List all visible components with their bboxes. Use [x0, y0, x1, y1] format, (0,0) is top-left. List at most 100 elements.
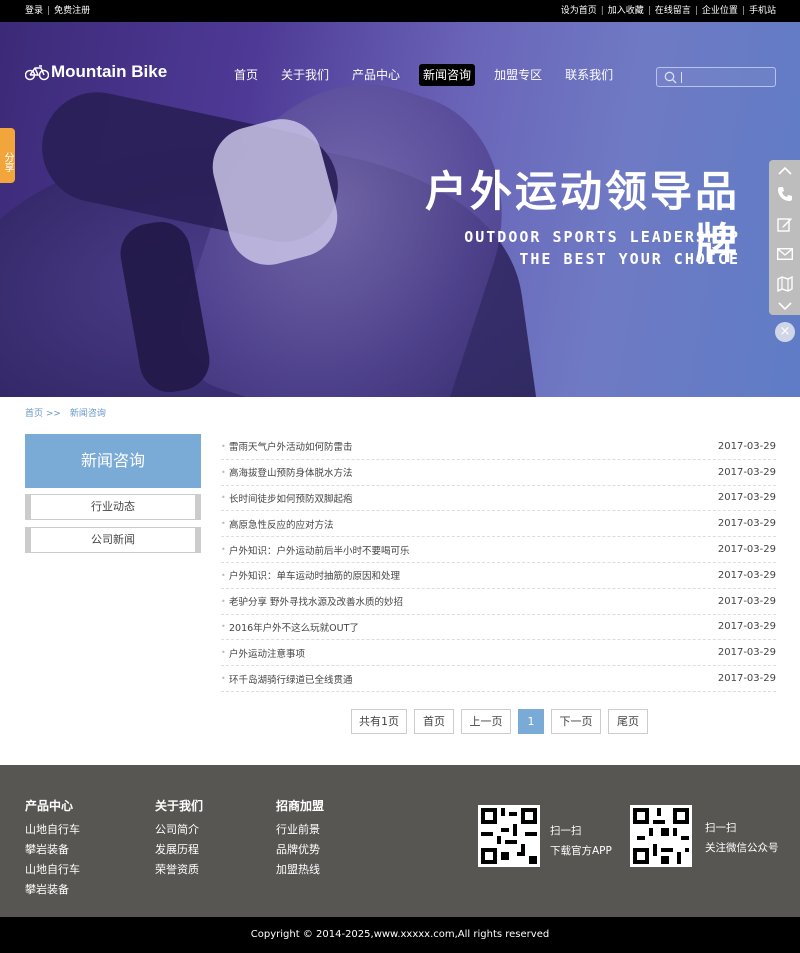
footer-link[interactable]: 加盟热线: [276, 860, 324, 880]
bullet-icon: •: [221, 622, 226, 632]
news-title[interactable]: 高原急性反应的应对方法: [229, 517, 718, 531]
bullet-icon: •: [221, 674, 226, 684]
next-page-button[interactable]: 下一页: [551, 709, 601, 734]
news-title[interactable]: 雷雨天气户外活动如何防雷击: [229, 439, 718, 453]
share-tab[interactable]: 分享: [0, 128, 15, 183]
bullet-icon: •: [221, 493, 226, 503]
news-date: 2017-03-29: [717, 569, 776, 581]
bullet-icon: •: [221, 545, 226, 555]
news-date: 2017-03-29: [717, 595, 776, 607]
search-input[interactable]: [685, 68, 773, 86]
footer-col-franchise: 招商加盟 行业前景 品牌优势 加盟热线: [276, 797, 324, 880]
list-item[interactable]: • 长时间徒步如何预防双脚起疱 2017-03-29: [221, 486, 776, 512]
set-homepage-link[interactable]: 设为首页: [561, 6, 597, 16]
bike-icon: [25, 63, 49, 81]
list-item[interactable]: • 高原急性反应的应对方法 2017-03-29: [221, 511, 776, 538]
site-logo[interactable]: Mountain Bike: [25, 62, 167, 82]
main-nav: 首页 关于我们 产品中心 新闻咨询 加盟专区 联系我们: [230, 64, 632, 86]
left-menu-title: 新闻咨询: [25, 434, 201, 488]
footer-link[interactable]: 攀岩装备: [25, 880, 80, 900]
list-item[interactable]: • 2016年户外不这么玩就OUT了 2017-03-29: [221, 615, 776, 641]
page-total: 共有1页: [351, 709, 407, 734]
news-date: 2017-03-29: [717, 440, 776, 452]
search-divider: [681, 72, 682, 83]
footer-link[interactable]: 攀岩装备: [25, 840, 80, 860]
news-title[interactable]: 高海拔登山预防身体脱水方法: [229, 465, 718, 479]
nav-item-news[interactable]: 新闻咨询: [419, 64, 476, 86]
add-favorite-link[interactable]: 加入收藏: [608, 6, 644, 16]
first-page-button[interactable]: 首页: [414, 709, 454, 734]
footer-link[interactable]: 行业前景: [276, 820, 324, 840]
list-item[interactable]: • 老驴分享 野外寻找水源及改善水质的妙招 2017-03-29: [221, 589, 776, 615]
close-icon[interactable]: ×: [775, 322, 795, 342]
register-link[interactable]: 免费注册: [54, 6, 90, 16]
footer-link[interactable]: 发展历程: [155, 840, 203, 860]
news-title[interactable]: 老驴分享 野外寻找水源及改善水质的妙招: [229, 594, 718, 608]
nav-item-franchise[interactable]: 加盟专区: [490, 64, 546, 86]
news-title[interactable]: 户外知识：单车运动时抽筋的原因和处理: [229, 568, 718, 582]
footer-link[interactable]: 品牌优势: [276, 840, 324, 860]
list-item[interactable]: • 户外运动注意事项 2017-03-29: [221, 640, 776, 667]
breadcrumb: 首页 >> 新闻咨询: [25, 406, 106, 419]
news-list: • 雷雨天气户外活动如何防雷击 2017-03-29 • 高海拔登山预防身体脱水方法 2…: [221, 434, 776, 692]
news-title[interactable]: 户外运动注意事项: [229, 646, 718, 660]
prev-page-button[interactable]: 上一页: [461, 709, 511, 734]
nav-item-contact[interactable]: 联系我们: [561, 64, 617, 86]
qr-caption-line: 扫一扫: [550, 825, 582, 837]
breadcrumb-current[interactable]: 新闻咨询: [70, 409, 106, 419]
footer-link[interactable]: 荣誉资质: [155, 860, 203, 880]
bullet-icon: •: [221, 596, 226, 606]
footer-col-products: 产品中心 山地自行车 攀岩装备 山地自行车 攀岩装备: [25, 797, 80, 900]
news-date: 2017-03-29: [717, 466, 776, 478]
list-item[interactable]: • 雷雨天气户外活动如何防雷击 2017-03-29: [221, 434, 776, 460]
company-location-link[interactable]: 企业位置: [702, 6, 738, 16]
news-date: 2017-03-29: [717, 518, 776, 530]
footer-link[interactable]: 山地自行车: [25, 860, 80, 880]
footer-link[interactable]: 山地自行车: [25, 820, 80, 840]
mail-icon[interactable]: [776, 245, 793, 262]
list-item[interactable]: • 环千岛湖骑行绿道已全线贯通 2017-03-29: [221, 666, 776, 692]
bullet-icon: •: [221, 570, 226, 580]
login-link[interactable]: 登录: [25, 6, 43, 16]
chevron-up-icon[interactable]: [776, 162, 793, 179]
qr-caption-wechat: 扫一扫 关注微信公众号: [705, 818, 779, 858]
qr-caption-app: 扫一扫 下载官方APP: [550, 821, 612, 861]
qr-code-wechat: [630, 805, 692, 867]
last-page-button[interactable]: 尾页: [608, 709, 648, 734]
nav-item-products[interactable]: 产品中心: [348, 64, 404, 86]
list-item[interactable]: • 高海拔登山预防身体脱水方法 2017-03-29: [221, 460, 776, 486]
news-date: 2017-03-29: [717, 647, 776, 659]
left-menu-item-company[interactable]: 公司新闻: [25, 527, 201, 553]
qr-caption-line: 下载官方APP: [550, 845, 612, 857]
mobile-site-link[interactable]: 手机站: [749, 6, 776, 16]
list-item[interactable]: • 户外知识：单车运动时抽筋的原因和处理 2017-03-29: [221, 563, 776, 589]
current-page-button[interactable]: 1: [518, 709, 544, 734]
news-title[interactable]: 户外知识：户外运动前后半小时不要喝可乐: [229, 543, 718, 557]
side-toolbar: [769, 160, 800, 315]
footer-col-title: 招商加盟: [276, 799, 325, 813]
chevron-down-icon[interactable]: [776, 297, 793, 314]
bullet-icon: •: [221, 441, 226, 451]
bullet-icon: •: [221, 519, 226, 529]
news-title[interactable]: 2016年户外不这么玩就OUT了: [229, 620, 718, 634]
news-date: 2017-03-29: [717, 673, 776, 685]
nav-item-home[interactable]: 首页: [230, 64, 262, 86]
qr-code-app: [478, 805, 540, 867]
edit-icon[interactable]: [776, 215, 793, 232]
map-icon[interactable]: [776, 275, 793, 292]
list-item[interactable]: • 户外知识：户外运动前后半小时不要喝可乐 2017-03-29: [221, 537, 776, 563]
online-message-link[interactable]: 在线留言: [655, 6, 691, 16]
left-menu-item-industry[interactable]: 行业动态: [25, 494, 201, 520]
footer-link[interactable]: 公司简介: [155, 820, 203, 840]
news-title[interactable]: 环千岛湖骑行绿道已全线贯通: [229, 672, 718, 686]
search-box: [656, 67, 776, 87]
phone-icon[interactable]: [776, 185, 793, 202]
banner-subtitle-1: OUTDOOR SPORTS LEADERSHIP: [464, 228, 740, 246]
logo-text: Mountain Bike: [51, 62, 168, 81]
news-title[interactable]: 长时间徒步如何预防双脚起疱: [229, 491, 718, 505]
breadcrumb-home[interactable]: 首页: [25, 409, 43, 419]
nav-item-about[interactable]: 关于我们: [277, 64, 333, 86]
search-icon[interactable]: [664, 71, 677, 87]
footer-col-title: 关于我们: [155, 799, 204, 813]
breadcrumb-separator: >>: [45, 409, 61, 419]
